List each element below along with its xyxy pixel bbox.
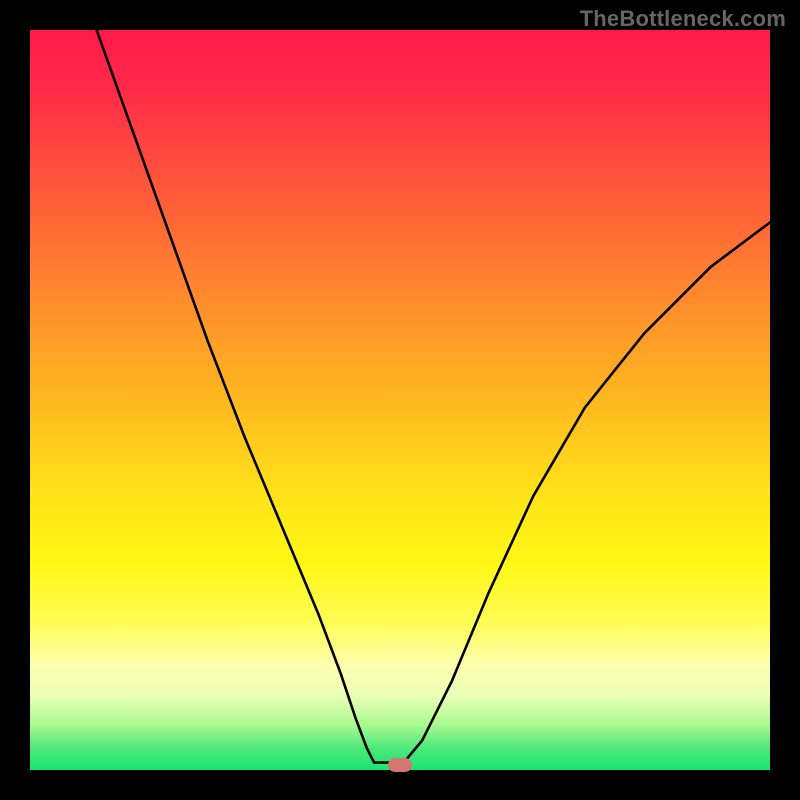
plot-area <box>30 30 770 770</box>
watermark-text: TheBottleneck.com <box>580 6 786 32</box>
chart-frame: TheBottleneck.com <box>0 0 800 800</box>
optimal-marker <box>388 758 412 772</box>
curve-path <box>97 30 770 763</box>
bottleneck-curve <box>30 30 770 770</box>
